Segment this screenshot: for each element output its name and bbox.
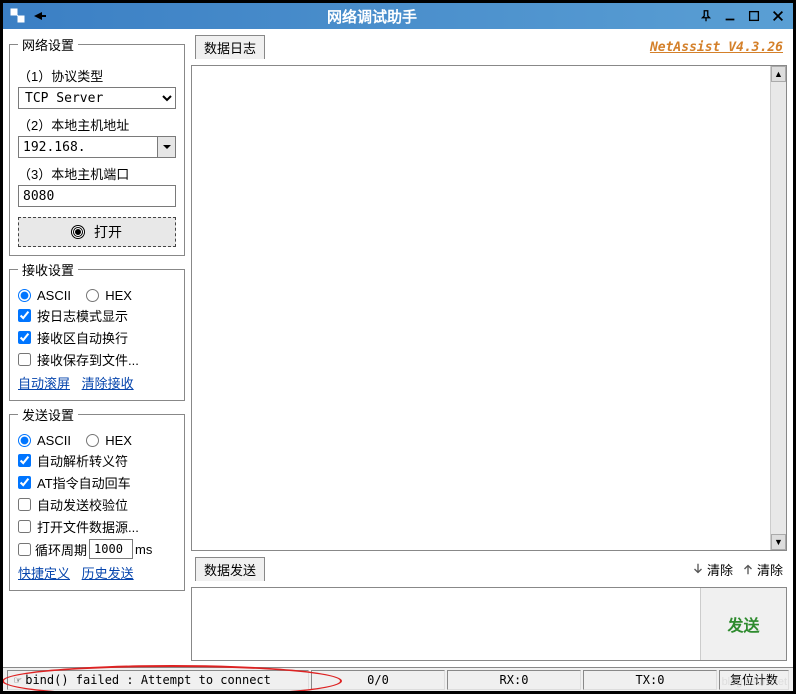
checksum-label: 自动发送校验位	[37, 495, 128, 514]
status-rx: RX:0	[447, 670, 581, 690]
checksum-check[interactable]	[18, 498, 31, 511]
save-file-check[interactable]	[18, 353, 31, 366]
send-button[interactable]: 发送	[700, 588, 786, 660]
open-file-check[interactable]	[18, 520, 31, 533]
clear-right-label: 清除	[757, 560, 783, 579]
clear-right-button[interactable]: 清除	[741, 560, 783, 579]
open-file-label: 打开文件数据源...	[37, 517, 139, 536]
statusbar: ☞ bind() failed : Attempt to connect 0/0…	[3, 667, 793, 691]
status-tx: TX:0	[583, 670, 717, 690]
status-message: ☞ bind() failed : Attempt to connect	[7, 670, 309, 690]
status-count: 0/0	[311, 670, 445, 690]
log-scrollbar[interactable]: ▲ ▼	[770, 66, 786, 550]
cycle-check[interactable]	[18, 543, 31, 556]
hand-icon: ☞	[14, 673, 21, 687]
minimize-button[interactable]	[719, 7, 741, 25]
reset-count-button[interactable]: 复位计数	[719, 670, 789, 690]
sendbox-label: 数据发送	[195, 557, 265, 581]
send-settings-group: 发送设置 ASCII HEX 自动解析转义符 AT指令自动回车 自动发送校验位 …	[9, 405, 185, 591]
app-icon	[7, 7, 29, 25]
at-return-check[interactable]	[18, 476, 31, 489]
scroll-down-icon[interactable]: ▼	[771, 534, 786, 550]
pin-icon[interactable]	[695, 7, 717, 25]
cycle-input[interactable]	[89, 539, 133, 559]
log-mode-label: 按日志模式显示	[37, 306, 128, 325]
quick-def-link[interactable]: 快捷定义	[18, 566, 70, 581]
window-title: 网络调试助手	[51, 6, 693, 27]
send-hex-label: HEX	[105, 433, 132, 448]
scroll-up-icon[interactable]: ▲	[771, 66, 786, 82]
log-label: 数据日志	[195, 35, 265, 59]
save-file-label: 接收保存到文件...	[37, 350, 139, 369]
auto-wrap-label: 接收区自动换行	[37, 328, 128, 347]
protocol-select[interactable]: TCP Server	[18, 87, 176, 109]
recv-ascii-radio[interactable]	[18, 289, 31, 302]
host-dropdown-arrow[interactable]	[158, 136, 176, 158]
recv-ascii-label: ASCII	[37, 288, 71, 303]
protocol-label: （1）协议类型	[18, 66, 176, 85]
clear-left-label: 清除	[707, 560, 733, 579]
network-legend: 网络设置	[18, 35, 78, 54]
send-hex-radio[interactable]	[86, 434, 99, 447]
maximize-button[interactable]	[743, 7, 765, 25]
brand-link[interactable]: NetAssist V4.3.26	[650, 40, 783, 55]
escape-label: 自动解析转义符	[37, 451, 128, 470]
recv-legend: 接收设置	[18, 260, 78, 279]
close-button[interactable]	[767, 7, 789, 25]
port-label: （3）本地主机端口	[18, 164, 176, 183]
recv-hex-radio[interactable]	[86, 289, 99, 302]
send-ascii-label: ASCII	[37, 433, 71, 448]
auto-wrap-check[interactable]	[18, 331, 31, 344]
cycle-unit: ms	[135, 542, 152, 557]
recv-hex-label: HEX	[105, 288, 132, 303]
pin-left-icon[interactable]	[29, 7, 51, 25]
open-button-label: 打开	[94, 222, 122, 242]
status-dot-icon	[72, 226, 84, 238]
log-mode-check[interactable]	[18, 309, 31, 322]
history-link[interactable]: 历史发送	[82, 566, 134, 581]
clear-left-button[interactable]: 清除	[691, 560, 733, 579]
cycle-label: 循环周期	[35, 540, 87, 559]
at-return-label: AT指令自动回车	[37, 473, 131, 492]
titlebar: 网络调试助手	[3, 3, 793, 29]
send-button-label: 发送	[727, 612, 759, 636]
port-input[interactable]	[18, 185, 176, 207]
log-area[interactable]: ▲ ▼	[191, 65, 787, 551]
arrow-up-icon	[741, 562, 755, 576]
send-ascii-radio[interactable]	[18, 434, 31, 447]
escape-check[interactable]	[18, 454, 31, 467]
open-button[interactable]: 打开	[18, 217, 176, 247]
network-settings-group: 网络设置 （1）协议类型 TCP Server （2）本地主机地址 （3）本地主…	[9, 35, 185, 256]
status-message-text: bind() failed : Attempt to connect	[25, 673, 271, 687]
clear-recv-link[interactable]: 清除接收	[82, 376, 134, 391]
arrow-down-icon	[691, 562, 705, 576]
host-label: （2）本地主机地址	[18, 115, 176, 134]
send-legend: 发送设置	[18, 405, 78, 424]
send-textarea[interactable]	[192, 588, 700, 660]
host-input[interactable]	[18, 136, 158, 158]
autoscroll-link[interactable]: 自动滚屏	[18, 376, 70, 391]
recv-settings-group: 接收设置 ASCII HEX 按日志模式显示 接收区自动换行 接收保存到文件..…	[9, 260, 185, 401]
